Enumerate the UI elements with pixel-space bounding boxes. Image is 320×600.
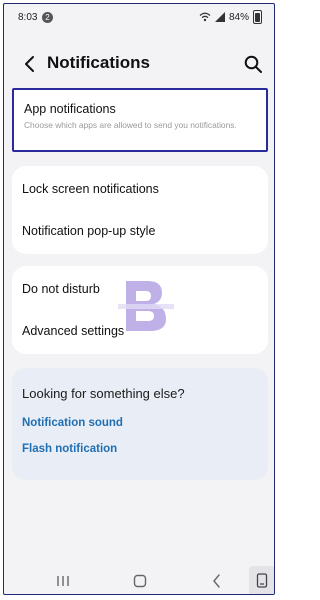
app-bar: Notifications — [4, 46, 274, 82]
suggestions-card: Looking for something else? Notification… — [12, 368, 268, 480]
home-icon[interactable] — [130, 571, 150, 591]
lock-screen-notifications-item[interactable]: Lock screen notifications — [22, 182, 159, 196]
wifi-icon — [199, 12, 211, 22]
back-nav-icon[interactable] — [207, 571, 227, 591]
app-notifications-item[interactable]: App notifications Choose which apps are … — [12, 88, 268, 152]
search-icon[interactable] — [242, 53, 264, 75]
battery-percent: 84% — [228, 11, 249, 23]
do-not-disturb-item[interactable]: Do not disturb — [22, 282, 100, 296]
signal-icon — [214, 12, 225, 22]
back-icon[interactable] — [20, 54, 40, 74]
phone-screen: 8:03 2 84% Notifications App notificatio… — [3, 3, 275, 595]
page-title: Notifications — [47, 53, 150, 72]
flash-notification-link[interactable]: Flash notification — [22, 443, 117, 455]
status-right: 84% — [199, 10, 262, 24]
settings-group-1: Lock screen notifications Notification p… — [12, 166, 268, 254]
recent-apps-icon[interactable] — [53, 571, 73, 591]
navigation-bar — [4, 566, 274, 594]
notification-count-badge: 2 — [42, 12, 53, 23]
advanced-settings-item[interactable]: Advanced settings — [22, 324, 124, 338]
notification-popup-style-item[interactable]: Notification pop-up style — [22, 224, 155, 238]
keyboard-icon — [256, 573, 268, 588]
watermark-logo — [118, 281, 174, 331]
app-notifications-description: Choose which apps are allowed to send yo… — [24, 120, 237, 130]
app-notifications-label: App notifications — [24, 102, 116, 116]
status-bar: 8:03 2 84% — [4, 4, 274, 34]
notification-sound-link[interactable]: Notification sound — [22, 417, 123, 429]
battery-icon — [253, 10, 262, 24]
suggestions-heading: Looking for something else? — [22, 386, 185, 401]
keyboard-button[interactable] — [249, 566, 274, 594]
status-time: 8:03 — [18, 12, 38, 23]
